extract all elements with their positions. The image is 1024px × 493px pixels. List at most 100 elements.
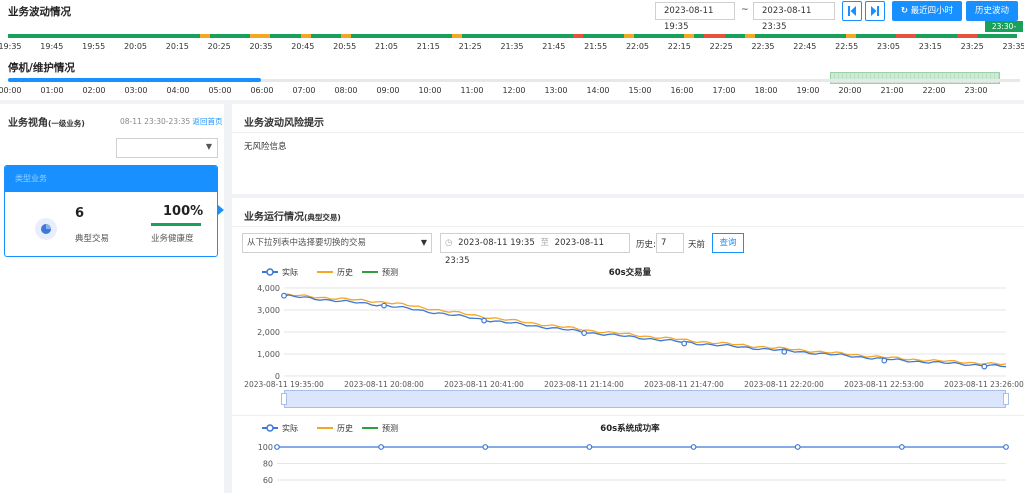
status-segment[interactable] (129, 34, 140, 38)
status-segment[interactable] (139, 34, 150, 38)
status-segment[interactable] (704, 34, 715, 38)
start-time-field[interactable]: 2023-08-11 19:35 (655, 2, 735, 32)
status-segment[interactable] (916, 34, 927, 38)
status-segment[interactable] (290, 34, 301, 38)
status-segment[interactable] (209, 34, 220, 38)
status-segment[interactable] (1007, 34, 1018, 38)
status-segment[interactable] (593, 34, 604, 38)
status-segment[interactable] (926, 34, 937, 38)
status-segment[interactable] (260, 34, 271, 38)
status-segment[interactable] (68, 34, 79, 38)
zoom-slider[interactable] (281, 390, 1009, 408)
status-segment[interactable] (270, 34, 281, 38)
status-segment[interactable] (785, 34, 796, 38)
status-segment[interactable] (391, 34, 402, 38)
status-segment[interactable] (714, 34, 725, 38)
status-segment[interactable] (684, 34, 695, 38)
status-segment[interactable] (482, 34, 493, 38)
status-segment[interactable] (815, 34, 826, 38)
status-segment[interactable] (492, 34, 503, 38)
business-select[interactable]: ▼ (116, 138, 218, 158)
status-segment[interactable] (341, 34, 352, 38)
status-segment[interactable] (8, 34, 19, 38)
status-segment[interactable] (240, 34, 251, 38)
status-timeline[interactable] (8, 34, 1018, 38)
status-segment[interactable] (38, 34, 49, 38)
next-period-button[interactable] (865, 1, 885, 21)
status-segment[interactable] (522, 34, 533, 38)
status-segment[interactable] (825, 34, 836, 38)
status-segment[interactable] (603, 34, 614, 38)
status-segment[interactable] (633, 34, 644, 38)
history-fluctuation-button[interactable]: 历史波动 (966, 1, 1018, 21)
status-segment[interactable] (472, 34, 483, 38)
status-segment[interactable] (361, 34, 372, 38)
recent-four-hours-button[interactable]: ↻ 最近四小时 (892, 1, 962, 21)
status-segment[interactable] (58, 34, 69, 38)
status-segment[interactable] (775, 34, 786, 38)
query-button[interactable]: 查询 (712, 233, 744, 253)
prev-period-button[interactable] (842, 1, 862, 21)
business-card[interactable]: 类型业务 6 典型交易 100% 业务健康度 (4, 165, 218, 257)
status-segment[interactable] (98, 34, 109, 38)
status-segment[interactable] (381, 34, 392, 38)
status-segment[interactable] (431, 34, 443, 38)
status-segment[interactable] (966, 34, 977, 38)
status-segment[interactable] (744, 34, 755, 38)
status-segment[interactable] (230, 34, 241, 38)
status-segment[interactable] (502, 34, 513, 38)
status-segment[interactable] (835, 34, 846, 38)
status-segment[interactable] (48, 34, 59, 38)
history-days-input[interactable]: 7 (656, 233, 684, 253)
status-segment[interactable] (724, 34, 735, 38)
status-segment[interactable] (219, 34, 231, 38)
status-segment[interactable] (754, 34, 766, 38)
end-time-field[interactable]: 2023-08-11 23:35 (753, 2, 835, 32)
status-segment[interactable] (987, 34, 998, 38)
status-segment[interactable] (179, 34, 190, 38)
back-home-link[interactable]: 返回首页 (193, 117, 223, 126)
status-segment[interactable] (421, 34, 432, 38)
status-segment[interactable] (997, 34, 1008, 38)
status-segment[interactable] (876, 34, 887, 38)
status-segment[interactable] (411, 34, 422, 38)
status-segment[interactable] (623, 34, 634, 38)
status-segment[interactable] (542, 34, 554, 38)
status-segment[interactable] (108, 34, 120, 38)
status-segment[interactable] (149, 34, 160, 38)
status-segment[interactable] (300, 34, 311, 38)
status-segment[interactable] (563, 34, 574, 38)
status-segment[interactable] (654, 34, 665, 38)
status-segment[interactable] (452, 34, 463, 38)
status-segment[interactable] (88, 34, 99, 38)
status-segment[interactable] (442, 34, 453, 38)
status-segment[interactable] (886, 34, 897, 38)
status-segment[interactable] (331, 34, 342, 38)
status-segment[interactable] (674, 34, 685, 38)
status-segment[interactable] (936, 34, 947, 38)
status-segment[interactable] (553, 34, 564, 38)
zoom-handle-left[interactable] (281, 393, 287, 405)
status-segment[interactable] (855, 34, 866, 38)
status-segment[interactable] (532, 34, 543, 38)
status-segment[interactable] (512, 34, 523, 38)
status-segment[interactable] (78, 34, 89, 38)
status-segment[interactable] (664, 34, 675, 38)
status-segment[interactable] (946, 34, 957, 38)
status-segment[interactable] (18, 34, 29, 38)
status-segment[interactable] (371, 34, 382, 38)
status-segment[interactable] (573, 34, 584, 38)
status-segment[interactable] (694, 34, 705, 38)
status-segment[interactable] (734, 34, 745, 38)
status-segment[interactable] (865, 34, 877, 38)
transaction-select[interactable]: 从下拉列表中选择要切换的交易 ▼ (242, 233, 432, 253)
maintenance-window-block[interactable] (830, 72, 1000, 84)
status-segment[interactable] (805, 34, 816, 38)
success-rate-chart[interactable]: 实际 历史 预测 60s系统成功率 100 80 60 (232, 420, 1024, 493)
status-segment[interactable] (956, 34, 967, 38)
date-range-picker[interactable]: ◷ 2023-08-11 19:35 至 2023-08-11 23:35 (440, 233, 630, 266)
status-segment[interactable] (159, 34, 170, 38)
status-segment[interactable] (119, 34, 130, 38)
status-segment[interactable] (583, 34, 594, 38)
status-segment[interactable] (310, 34, 321, 38)
